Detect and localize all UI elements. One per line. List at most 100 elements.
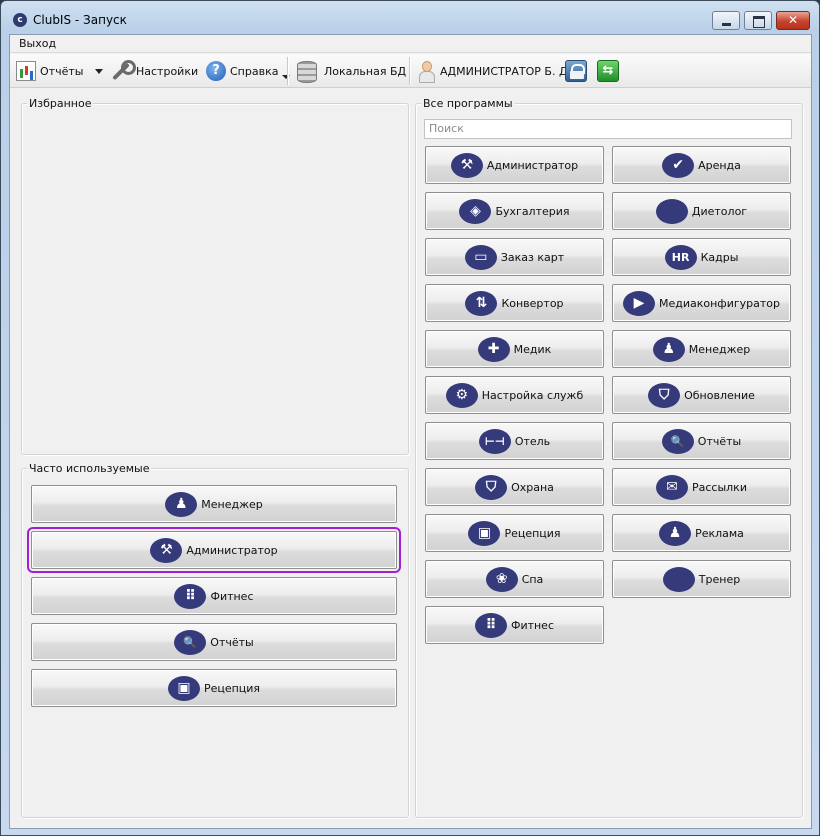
minimize-button[interactable] xyxy=(712,11,740,30)
program-button[interactable]: 🔍 Отчёты xyxy=(31,623,397,661)
shield-icon: ⛉ xyxy=(648,382,681,408)
help-label: Справка xyxy=(230,64,279,78)
program-button[interactable]: ♟ Менеджер xyxy=(612,330,791,368)
search-input[interactable]: Поиск xyxy=(424,119,792,139)
program-button[interactable]: ▣ Рецепция xyxy=(425,514,604,552)
lotus-icon: ❀ xyxy=(485,566,518,592)
program-label: Рецепция xyxy=(504,526,561,540)
program-label: Диетолог xyxy=(691,204,748,218)
hr-icon: HR xyxy=(664,244,697,270)
program-button[interactable]: ▣ Рецепция xyxy=(31,669,397,707)
person-plus-icon: ♟ xyxy=(659,520,692,546)
program-label: Обновление xyxy=(684,388,755,402)
local-db-button[interactable]: Локальная БД xyxy=(296,54,406,88)
user-button[interactable]: АДМИНИСТРАТОР Б. Д. xyxy=(418,54,571,88)
program-button[interactable]: ⚒ Администратор xyxy=(425,146,604,184)
tools-icon: ⚒ xyxy=(150,537,183,563)
program-label: Рецепция xyxy=(203,681,261,695)
program-button[interactable]: ❀ Спа xyxy=(425,560,604,598)
program-label: Рассылки xyxy=(692,480,747,494)
dots-icon: ⠿ xyxy=(474,612,507,638)
menu-bar: Выход xyxy=(10,35,811,53)
check-icon: ✔ xyxy=(662,152,695,178)
help-button[interactable]: ? Справка xyxy=(206,54,291,88)
magnifier-icon: 🔍 xyxy=(174,629,207,655)
program-button[interactable]: Диетолог xyxy=(612,192,791,230)
program-button[interactable]: ⛉ Обновление xyxy=(612,376,791,414)
maximize-button[interactable] xyxy=(744,11,772,30)
program-label: Реклама xyxy=(695,526,744,540)
program-button[interactable]: ▭ Заказ карт xyxy=(425,238,604,276)
program-label: Заказ карт xyxy=(500,250,565,264)
box-icon: ▣ xyxy=(167,675,200,701)
program-button[interactable]: ✚ Медик xyxy=(425,330,604,368)
program-label: Спа xyxy=(521,572,544,586)
lock-icon xyxy=(565,60,587,82)
magnifier-icon: 🔍 xyxy=(661,428,694,454)
program-label: Тренер xyxy=(698,572,741,586)
reports-label: Отчёты xyxy=(40,64,84,78)
database-icon xyxy=(296,60,317,83)
oval-icon xyxy=(662,566,695,592)
program-button[interactable]: ♟ Реклама xyxy=(612,514,791,552)
program-label: Медик xyxy=(513,342,552,356)
programs-title: Все программы xyxy=(421,97,515,110)
program-button[interactable]: ✔ Аренда xyxy=(612,146,791,184)
reports-button[interactable]: Отчёты xyxy=(16,54,83,88)
card-icon: ▭ xyxy=(464,244,497,270)
reports-chart-icon xyxy=(16,61,36,81)
lock-button[interactable] xyxy=(565,54,587,88)
bed-icon: ⊢⊣ xyxy=(478,428,511,454)
program-button[interactable]: ▶ Медиаконфигуратор xyxy=(612,284,791,322)
program-button[interactable]: ⚒ Администратор xyxy=(27,527,401,573)
program-label: Аренда xyxy=(698,158,741,172)
reports-dropdown[interactable] xyxy=(95,54,103,88)
favorites-title: Избранное xyxy=(27,97,94,110)
client-area: Выход Отчёты Настройки ? Справка Локальн… xyxy=(9,34,812,829)
shield-icon: ⛉ xyxy=(475,474,508,500)
play-icon: ▶ xyxy=(622,290,655,316)
program-label: Фитнес xyxy=(510,618,555,632)
program-button[interactable]: ⛉ Охрана xyxy=(425,468,604,506)
settings-label: Настройки xyxy=(136,64,199,78)
program-button[interactable]: ⠿ Фитнес xyxy=(31,577,397,615)
program-label: Бухгалтерия xyxy=(495,204,570,218)
settings-button[interactable]: Настройки xyxy=(110,54,198,88)
program-label: Менеджер xyxy=(201,497,263,511)
program-button[interactable]: ◈ Бухгалтерия xyxy=(425,192,604,230)
program-button[interactable]: ✉ Рассылки xyxy=(612,468,791,506)
tools-icon: ⚒ xyxy=(450,152,483,178)
program-label: Отчёты xyxy=(210,635,254,649)
dots-icon: ⠿ xyxy=(174,583,207,609)
toolbar-separator xyxy=(287,57,288,85)
program-button[interactable]: ⊢⊣ Отель xyxy=(425,422,604,460)
program-label: Отель xyxy=(514,434,551,448)
arrows-icon: ⇅ xyxy=(465,290,498,316)
program-label: Фитнес xyxy=(210,589,254,603)
program-label: Конвертор xyxy=(501,296,564,310)
program-button[interactable]: Тренер xyxy=(612,560,791,598)
program-button[interactable]: ♟ Менеджер xyxy=(31,485,397,523)
menu-exit[interactable]: Выход xyxy=(19,37,56,50)
program-button[interactable]: ⠿ Фитнес xyxy=(425,606,604,644)
logout-button[interactable]: ⇆ xyxy=(597,54,619,88)
program-button[interactable]: HR Кадры xyxy=(612,238,791,276)
program-button[interactable]: ⚙ Настройка служб xyxy=(425,376,604,414)
title-bar[interactable]: c ClubIS - Запуск xyxy=(1,1,819,33)
wrench-icon xyxy=(110,60,136,82)
tag-icon: ◈ xyxy=(459,198,492,224)
toolbar: Отчёты Настройки ? Справка Локальная БД xyxy=(10,54,811,88)
program-label: Менеджер xyxy=(688,342,751,356)
help-icon: ? xyxy=(206,61,226,81)
program-label: Настройка служб xyxy=(481,388,584,402)
exit-arrows-icon: ⇆ xyxy=(597,60,619,82)
user-label: АДМИНИСТРАТОР Б. Д. xyxy=(440,64,572,78)
program-label: Отчёты xyxy=(697,434,742,448)
box-icon: ▣ xyxy=(468,520,501,546)
program-label: Кадры xyxy=(700,250,739,264)
program-button[interactable]: 🔍 Отчёты xyxy=(612,422,791,460)
program-button[interactable]: ⇅ Конвертор xyxy=(425,284,604,322)
program-label: Охрана xyxy=(511,480,554,494)
favorites-panel xyxy=(21,103,409,455)
close-button[interactable] xyxy=(776,11,810,30)
